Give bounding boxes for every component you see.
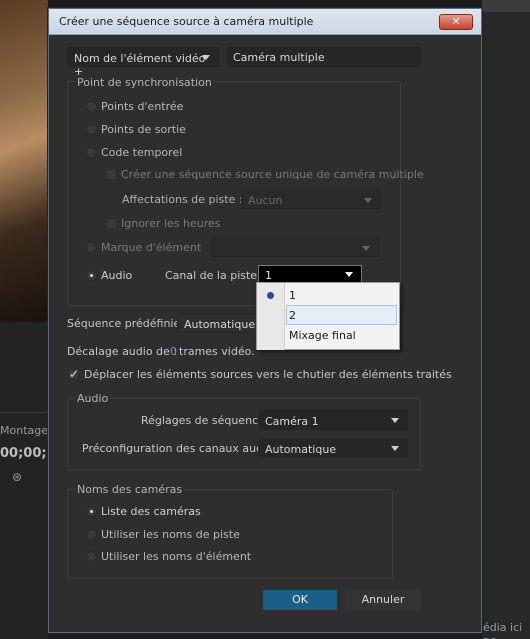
background-snap-icon: ⊛ <box>12 470 23 484</box>
audio-offset-label: Décalage audio de : <box>67 345 177 358</box>
track-assignments-dropdown[interactable]: Aucun <box>241 190 381 209</box>
chevron-down-icon <box>391 446 399 451</box>
move-clips-checkbox[interactable]: ✓ <box>68 367 80 381</box>
preset-dropdown[interactable]: Automatique <box>177 313 257 333</box>
checkmark-icon: ✓ <box>69 367 80 381</box>
popup-item-final-mix-label: Mixage final <box>289 329 356 342</box>
create-single-checkbox[interactable] <box>106 169 117 180</box>
track-channel-label: Canal de la piste <box>165 269 258 282</box>
radio-out-points[interactable] <box>86 124 97 135</box>
close-icon: ✕ <box>451 15 461 28</box>
radio-in-points-label: Points d'entrée <box>101 100 184 113</box>
radio-timecode[interactable] <box>86 147 97 158</box>
radio-audio-label: Audio <box>101 269 133 282</box>
radio-clip-names-label: Utiliser les noms d'élément <box>101 550 252 563</box>
radio-camera-list-label: Liste des caméras <box>101 505 201 518</box>
track-channel-popup: 1 2 Mixage final <box>256 282 400 350</box>
radio-clip-names[interactable] <box>86 551 97 562</box>
preset-label: Séquence prédéfinie : <box>67 317 188 330</box>
radio-out-points-label: Points de sortie <box>101 123 186 136</box>
background-video-frame <box>0 0 48 322</box>
sequence-settings-value: Caméra 1 <box>265 415 319 428</box>
audio-group-label: Audio <box>75 392 111 405</box>
chevron-down-icon <box>202 55 210 60</box>
ignore-hours-checkbox[interactable] <box>106 218 117 229</box>
track-assignments-value: Aucun <box>248 194 283 207</box>
name-field[interactable]: Caméra multiple <box>227 47 421 67</box>
name-field-value: Caméra multiple <box>233 51 325 64</box>
radio-timecode-label: Code temporel <box>101 146 183 159</box>
track-channel-dropdown[interactable]: 1 <box>258 265 362 283</box>
background-media-text: édia ici po <box>483 621 523 639</box>
ignore-hours-label: Ignorer les heures <box>121 217 221 230</box>
create-single-label: Créer une séquence source unique de camé… <box>121 168 424 181</box>
sequence-settings-dropdown[interactable]: Caméra 1 <box>258 410 408 430</box>
background-divider <box>0 412 48 413</box>
dialog-title: Créer une séquence source à caméra multi… <box>59 15 314 28</box>
radio-camera-list[interactable] <box>86 506 97 517</box>
cancel-button[interactable]: Annuler <box>345 590 421 610</box>
radio-track-names-label: Utiliser les noms de piste <box>101 528 240 541</box>
popup-item-1[interactable]: 1 <box>288 288 398 304</box>
audio-group <box>67 398 421 470</box>
camera-names-group-label: Noms des caméras <box>75 483 185 496</box>
background-montage-label: Montage : <box>0 424 56 437</box>
close-button[interactable]: ✕ <box>439 14 473 30</box>
popup-item-final-mix[interactable]: Mixage final <box>289 329 399 345</box>
background-right-panel <box>482 0 530 639</box>
background-timeline-panel <box>0 322 48 639</box>
channel-preset-dropdown[interactable]: Automatique <box>258 438 408 458</box>
radio-clip-marker-label: Marque d'élément <box>101 241 202 254</box>
chevron-down-icon <box>364 197 372 203</box>
track-assignments-label: Affectations de piste : <box>122 193 243 206</box>
clip-marker-dropdown[interactable] <box>211 238 379 257</box>
popup-item-2-label: 2 <box>289 309 296 322</box>
preset-value: Automatique <box>184 318 256 331</box>
radio-in-points[interactable] <box>86 101 97 112</box>
radio-clip-marker[interactable] <box>86 242 97 253</box>
chevron-down-icon <box>391 418 399 423</box>
audio-offset-value[interactable]: 0 <box>170 345 177 358</box>
name-source-dropdown[interactable]: Nom de l'élément vidéo + <box>67 47 219 78</box>
background-timecode: 00;00; <box>0 446 47 461</box>
track-channel-value: 1 <box>265 269 272 282</box>
radio-track-names[interactable] <box>86 529 97 540</box>
radio-audio[interactable] <box>86 270 97 281</box>
sequence-settings-label: Réglages de séquence : <box>141 414 273 427</box>
sync-point-group-label: Point de synchronisation <box>75 76 214 89</box>
ok-button[interactable]: OK <box>263 590 337 610</box>
selected-bullet-icon <box>267 292 274 299</box>
channel-preset-value: Automatique <box>265 443 337 456</box>
audio-offset-unit: trames vidéo. <box>179 345 255 358</box>
chevron-down-icon <box>362 245 370 251</box>
background-right-top-bar <box>482 0 530 12</box>
name-source-value: Nom de l'élément vidéo + <box>74 52 206 78</box>
chevron-down-icon <box>345 272 353 277</box>
popup-item-2[interactable]: 2 <box>286 305 397 325</box>
dialog-titlebar[interactable]: Créer une séquence source à caméra multi… <box>49 9 481 35</box>
popup-item-1-label: 1 <box>289 289 296 302</box>
move-clips-label: Déplacer les éléments sources vers le ch… <box>84 368 452 381</box>
channel-preset-label: Préconfiguration des canaux audio : <box>82 442 281 455</box>
